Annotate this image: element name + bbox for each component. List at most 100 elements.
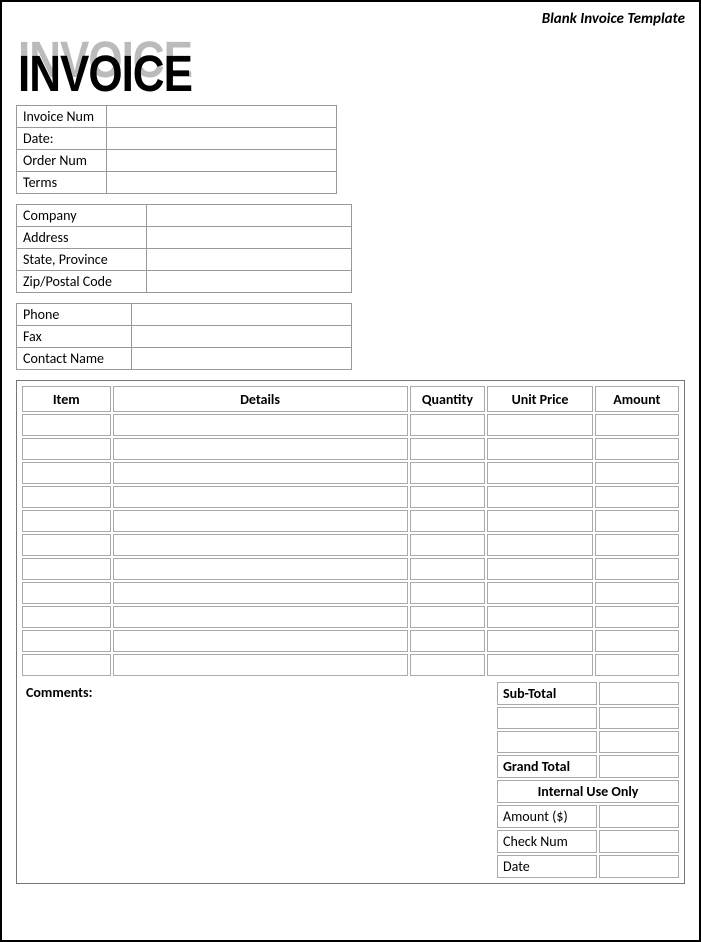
cell-details[interactable] (113, 510, 408, 532)
cell-details[interactable] (113, 654, 408, 676)
table-row (22, 414, 679, 436)
label-internal-amount: Amount ($) (497, 805, 597, 828)
cell-amount[interactable] (595, 606, 679, 628)
header-details: Details (113, 386, 408, 412)
value-extra-1[interactable] (599, 707, 679, 729)
value-state[interactable] (147, 249, 352, 271)
value-zip[interactable] (147, 271, 352, 293)
cell-qty[interactable] (410, 630, 486, 652)
cell-details[interactable] (113, 438, 408, 460)
cell-item[interactable] (22, 630, 111, 652)
value-internal-check[interactable] (599, 830, 679, 853)
cell-price[interactable] (487, 582, 592, 604)
cell-amount[interactable] (595, 654, 679, 676)
cell-qty[interactable] (410, 486, 486, 508)
label-zip: Zip/Postal Code (17, 271, 147, 293)
cell-price[interactable] (487, 414, 592, 436)
cell-qty[interactable] (410, 462, 486, 484)
cell-details[interactable] (113, 534, 408, 556)
table-row (22, 654, 679, 676)
cell-price[interactable] (487, 510, 592, 532)
cell-qty[interactable] (410, 558, 486, 580)
items-section: Item Details Quantity Unit Price Amount … (16, 380, 685, 884)
totals-table: Sub-Total Grand Total (495, 680, 681, 880)
value-subtotal[interactable] (599, 682, 679, 705)
cell-amount[interactable] (595, 462, 679, 484)
value-date[interactable] (107, 128, 337, 150)
cell-item[interactable] (22, 534, 111, 556)
totals-column: Sub-Total Grand Total (495, 680, 681, 880)
cell-item[interactable] (22, 582, 111, 604)
cell-amount[interactable] (595, 558, 679, 580)
label-extra-1[interactable] (497, 707, 597, 729)
cell-amount[interactable] (595, 534, 679, 556)
cell-details[interactable] (113, 486, 408, 508)
cell-amount[interactable] (595, 438, 679, 460)
value-order-num[interactable] (107, 150, 337, 172)
cell-price[interactable] (487, 630, 592, 652)
cell-price[interactable] (487, 486, 592, 508)
value-extra-2[interactable] (599, 731, 679, 753)
cell-item[interactable] (22, 510, 111, 532)
cell-amount[interactable] (595, 510, 679, 532)
cell-qty[interactable] (410, 438, 486, 460)
label-contact: Contact Name (17, 348, 132, 370)
label-address: Address (17, 227, 147, 249)
cell-details[interactable] (113, 558, 408, 580)
value-fax[interactable] (132, 326, 352, 348)
template-title: Blank Invoice Template (16, 10, 685, 28)
cell-item[interactable] (22, 654, 111, 676)
cell-amount[interactable] (595, 486, 679, 508)
cell-amount[interactable] (595, 630, 679, 652)
cell-price[interactable] (487, 606, 592, 628)
invoice-page: Blank Invoice Template INVOICE INVOICE I… (0, 0, 701, 942)
table-row (22, 486, 679, 508)
header-amount: Amount (595, 386, 679, 412)
cell-item[interactable] (22, 414, 111, 436)
table-row (22, 438, 679, 460)
table-row (22, 582, 679, 604)
cell-item[interactable] (22, 558, 111, 580)
cell-qty[interactable] (410, 414, 486, 436)
cell-price[interactable] (487, 462, 592, 484)
table-row (22, 462, 679, 484)
cell-item[interactable] (22, 606, 111, 628)
value-address[interactable] (147, 227, 352, 249)
value-internal-amount[interactable] (599, 805, 679, 828)
cell-amount[interactable] (595, 582, 679, 604)
value-invoice-num[interactable] (107, 106, 337, 128)
cell-details[interactable] (113, 606, 408, 628)
label-grand-total: Grand Total (497, 755, 597, 778)
cell-qty[interactable] (410, 582, 486, 604)
cell-price[interactable] (487, 558, 592, 580)
cell-amount[interactable] (595, 414, 679, 436)
row-date: Date: (17, 128, 337, 150)
cell-qty[interactable] (410, 654, 486, 676)
label-extra-2[interactable] (497, 731, 597, 753)
value-company[interactable] (147, 205, 352, 227)
cell-details[interactable] (113, 630, 408, 652)
value-phone[interactable] (132, 304, 352, 326)
table-row (22, 558, 679, 580)
cell-item[interactable] (22, 438, 111, 460)
value-contact[interactable] (132, 348, 352, 370)
value-internal-date[interactable] (599, 855, 679, 878)
label-internal-check: Check Num (497, 830, 597, 853)
cell-details[interactable] (113, 582, 408, 604)
label-phone: Phone (17, 304, 132, 326)
cell-item[interactable] (22, 486, 111, 508)
cell-qty[interactable] (410, 606, 486, 628)
cell-price[interactable] (487, 654, 592, 676)
cell-details[interactable] (113, 414, 408, 436)
value-grand-total[interactable] (599, 755, 679, 778)
internal-use-header: Internal Use Only (497, 780, 679, 803)
cell-qty[interactable] (410, 510, 486, 532)
table-row (22, 510, 679, 532)
cell-qty[interactable] (410, 534, 486, 556)
cell-price[interactable] (487, 534, 592, 556)
value-terms[interactable] (107, 172, 337, 194)
row-terms: Terms (17, 172, 337, 194)
cell-item[interactable] (22, 462, 111, 484)
cell-price[interactable] (487, 438, 592, 460)
cell-details[interactable] (113, 462, 408, 484)
